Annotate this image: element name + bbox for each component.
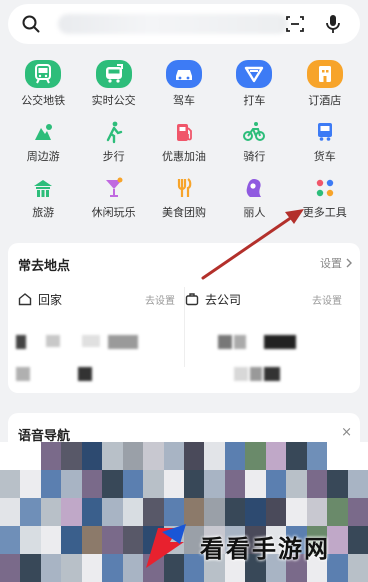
place-divider (184, 287, 185, 367)
frequent-settings-link[interactable]: 设置 (320, 255, 352, 271)
more-tools-icon (312, 176, 338, 200)
walk-icon (101, 120, 127, 144)
hotel-icon (306, 60, 343, 88)
tool-hotel[interactable]: 订酒店 (290, 52, 360, 108)
obscured-content (78, 367, 92, 381)
tool-fuel[interactable]: 优惠加油 (149, 108, 219, 164)
tool-label: 美食团购 (161, 206, 206, 219)
fuel-icon (171, 120, 197, 144)
tool-truck[interactable]: 货车 (290, 108, 360, 164)
cocktail-icon (101, 176, 127, 200)
watermark-text: 看看手游网 (200, 533, 330, 563)
home-label: 回家 (38, 292, 63, 307)
obscured-content (264, 335, 296, 349)
tool-taxi[interactable]: 打车 (219, 52, 289, 108)
tool-label: 步行 (102, 150, 125, 163)
tool-label: 丽人 (243, 206, 266, 219)
travel-icon (30, 176, 56, 200)
work-set-action[interactable]: 去设置 (312, 292, 342, 307)
search-input[interactable] (58, 14, 288, 34)
tool-label: 打车 (243, 94, 266, 107)
tool-walk[interactable]: 步行 (78, 108, 148, 164)
search-icon (20, 13, 42, 35)
tool-label: 旅游 (32, 206, 55, 219)
tool-label: 休闲玩乐 (91, 206, 136, 219)
truck-icon (312, 120, 338, 144)
tool-realtime-bus[interactable]: 实时公交 (78, 52, 148, 108)
obscured-content (16, 335, 26, 349)
tool-beauty[interactable]: 丽人 (219, 164, 289, 220)
work-place[interactable]: 去公司 去设置 (185, 287, 352, 311)
frequent-places-card: 常去地点 设置 回家 去设置 去公司 去设置 (8, 243, 360, 393)
realtime-bus-icon (95, 60, 132, 88)
car-icon (165, 60, 202, 88)
tool-label: 实时公交 (91, 94, 136, 107)
obscured-content (218, 335, 232, 349)
food-icon (171, 176, 197, 200)
obscured-content (108, 335, 138, 349)
obscured-content (82, 335, 100, 347)
obscured-content (234, 335, 246, 349)
search-bar[interactable] (8, 4, 360, 44)
obscured-content (250, 367, 262, 381)
obscured-content (234, 367, 248, 381)
obscured-content (46, 335, 60, 347)
tool-cocktail[interactable]: 休闲玩乐 (78, 164, 148, 220)
bike-icon (241, 120, 267, 144)
scan-icon[interactable] (284, 13, 306, 35)
tool-label: 优惠加油 (161, 150, 206, 163)
work-label: 去公司 (205, 292, 242, 307)
bus-subway-icon (25, 60, 62, 88)
chevron-right-icon (346, 258, 352, 268)
beauty-icon (241, 176, 267, 200)
obscured-content (264, 367, 280, 381)
tool-label: 周边游 (26, 150, 60, 163)
nearby-travel-icon (30, 120, 56, 144)
tool-car[interactable]: 驾车 (149, 52, 219, 108)
watermark-logo-icon (146, 524, 186, 568)
tool-label: 驾车 (172, 94, 195, 107)
home-set-action[interactable]: 去设置 (145, 292, 175, 307)
tool-bike[interactable]: 骑行 (219, 108, 289, 164)
home-place[interactable]: 回家 去设置 (18, 287, 185, 311)
settings-label: 设置 (320, 257, 342, 270)
tool-label: 货车 (313, 150, 336, 163)
close-icon[interactable]: × (341, 425, 352, 440)
briefcase-icon (185, 293, 199, 306)
tool-label: 骑行 (243, 150, 266, 163)
microphone-icon[interactable] (322, 13, 344, 35)
taxi-icon (236, 60, 273, 88)
tool-label: 更多工具 (302, 206, 347, 219)
frequent-places-title: 常去地点 (18, 259, 71, 274)
tool-nearby-travel[interactable]: 周边游 (8, 108, 78, 164)
tool-more-tools[interactable]: 更多工具 (290, 164, 360, 220)
tools-panel: 公交地铁 实时公交 驾车 打车 订酒店周边游 步行 优惠加油 骑行 货车旅游 休闲玩乐 美食团购 丽人… (0, 52, 368, 236)
tool-label: 公交地铁 (21, 94, 66, 107)
obscured-content (16, 367, 30, 381)
home-icon (18, 293, 32, 306)
tool-travel[interactable]: 旅游 (8, 164, 78, 220)
tool-food[interactable]: 美食团购 (149, 164, 219, 220)
tool-label: 订酒店 (308, 94, 342, 107)
watermark: 看看手游网 (140, 522, 330, 570)
tool-bus-subway[interactable]: 公交地铁 (8, 52, 78, 108)
